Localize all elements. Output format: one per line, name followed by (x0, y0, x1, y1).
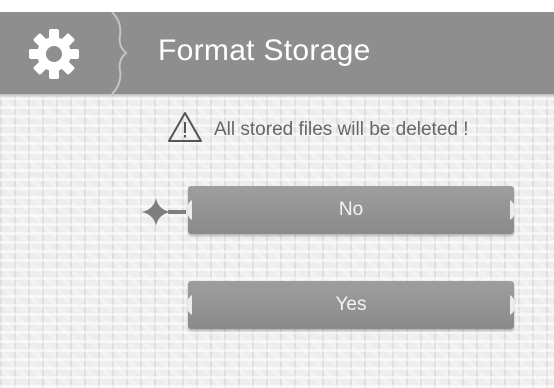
sparkle-pointer-icon (142, 198, 186, 226)
header-divider (111, 12, 128, 94)
format-storage-screen: Format Storage All stored files will be … (0, 0, 554, 388)
top-strip (0, 0, 554, 12)
gear-icon (29, 29, 79, 79)
warning-text: All stored files will be deleted ! (214, 119, 469, 140)
button-left-notch (187, 200, 192, 220)
header-bar: Format Storage (0, 12, 554, 94)
yes-button-label: Yes (335, 294, 367, 315)
no-button-label: No (338, 199, 364, 220)
button-right-notch (510, 200, 515, 220)
page-title: Format Storage (158, 34, 371, 67)
yes-button[interactable]: Yes (187, 281, 515, 329)
warning-triangle-icon (168, 112, 202, 142)
button-left-notch (187, 295, 192, 315)
header-shadow (0, 94, 554, 98)
button-right-notch (510, 295, 515, 315)
header-icon-box (0, 12, 112, 94)
no-button[interactable]: No (187, 186, 515, 234)
